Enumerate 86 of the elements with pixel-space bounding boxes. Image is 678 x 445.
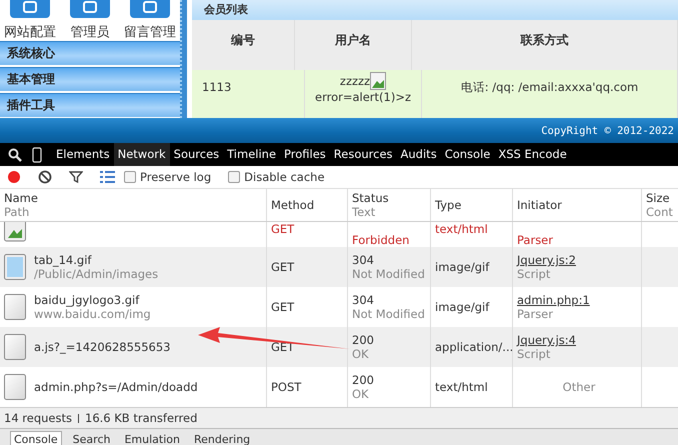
status-code: 200 [352,373,375,387]
shortcut-icon[interactable] [10,0,50,18]
file-icon [4,294,26,320]
devtools-tab[interactable]: XSS Encode [494,143,571,166]
request-type: image/gif [435,300,490,314]
status-code: 304 [352,253,375,267]
file-icon [4,334,26,360]
drawer-tab[interactable]: Rendering [190,432,254,445]
broken-image-icon [4,222,26,242]
search-icon[interactable] [8,148,22,162]
table-cell: zzzzz [340,74,370,88]
sidebar-menu-item[interactable]: 基本管理 [0,67,180,91]
checkbox[interactable] [228,171,240,183]
column-subheader[interactable]: Text [352,205,430,219]
list-view-icon[interactable] [100,171,115,183]
sidebar-menu-item[interactable]: 插件工具 [0,93,180,117]
column-header[interactable]: Initiator [517,198,641,212]
status-text: Forbidden [352,233,410,247]
status-code: 200 [352,333,375,347]
devtools-tab[interactable]: Resources [330,143,397,166]
request-path: /Public/Admin/images [34,267,158,281]
shortcut-icon[interactable] [130,0,170,18]
devtools-tab[interactable]: Console [440,143,494,166]
column-header[interactable]: Name [4,191,266,205]
status-summary: 16.6 KB transferred [85,411,198,425]
status-text: OK [352,347,370,361]
request-name: a.js?_=1420628555653 [34,340,170,354]
checkbox[interactable] [124,171,136,183]
drawer-tab[interactable]: Emulation [121,432,183,445]
status-code: 304 [352,293,375,307]
request-path: www.baidu.com/img [34,307,151,321]
status-text: Not Modified [352,267,426,281]
mobile-device-icon[interactable] [32,146,42,162]
status-summary: 14 requests [4,411,72,425]
request-type: image/gif [435,260,490,274]
devtools-tab[interactable]: Network [114,143,170,166]
request-type: text/html [435,380,488,394]
scrollbar[interactable] [180,0,187,118]
request-name: baidu_jgylogo3.gif [34,293,140,307]
request-type: application/... [435,340,512,354]
drawer-tab[interactable]: Search [70,432,114,445]
panel-title: 会员列表 [204,3,248,16]
sidebar-menu-item[interactable]: 系统核心 [0,41,180,65]
clear-icon[interactable] [38,170,52,184]
table-cell: error=alert(1)>z [315,90,411,104]
initiator-type: Script [517,267,552,281]
devtools-tab[interactable]: Audits [396,143,441,166]
devtools-tab[interactable]: Elements [52,143,114,166]
checkbox-label[interactable]: Preserve log [140,170,212,184]
column-subheader[interactable]: Cont [646,205,678,219]
initiator-link[interactable]: admin.php:1 [517,293,641,307]
devtools-tab[interactable]: Sources [170,143,224,166]
request-method: GET [271,260,294,274]
request-method: GET [271,300,294,314]
request-name: tab_14.gif [34,253,93,267]
column-header[interactable]: Method [271,198,347,212]
devtools-tab[interactable]: Profiles [280,143,330,166]
initiator-type: Parser [517,307,554,321]
column-header[interactable]: Type [435,198,512,212]
copyright-text: CopyRight © 2012-2022 [541,124,674,136]
initiator-type: Parser [517,233,553,247]
filter-icon[interactable] [69,170,83,184]
column-subheader[interactable]: Path [4,205,266,219]
record-icon[interactable] [7,170,21,184]
column-header[interactable]: Status [352,191,430,205]
shortcut-icon[interactable] [70,0,110,18]
drawer-tab[interactable]: Console [10,431,62,445]
request-method: POST [271,380,302,394]
request-type: text/html [435,222,488,236]
file-icon [4,374,26,400]
devtools-tab[interactable]: Timeline [223,143,280,166]
status-text: OK [352,387,370,401]
request-method: GET [271,222,294,236]
status-text: Not Modified [352,307,426,321]
initiator-link[interactable]: Jquery.js:2 [517,253,641,267]
checkbox-label[interactable]: Disable cache [244,170,325,184]
initiator-type: Other [562,380,596,394]
shortcut-label[interactable]: 管理员 [70,23,110,41]
initiator-type: Script [517,347,552,361]
image-file-icon [4,254,26,280]
column-header[interactable]: Size [646,191,678,205]
shortcut-label[interactable]: 网站配置 [4,23,56,41]
request-name: admin.php?s=/Admin/doadd [34,380,198,394]
broken-image-icon [370,72,386,90]
shortcut-label[interactable]: 留言管理 [124,23,176,41]
initiator-link[interactable]: Jquery.js:4 [517,333,641,347]
